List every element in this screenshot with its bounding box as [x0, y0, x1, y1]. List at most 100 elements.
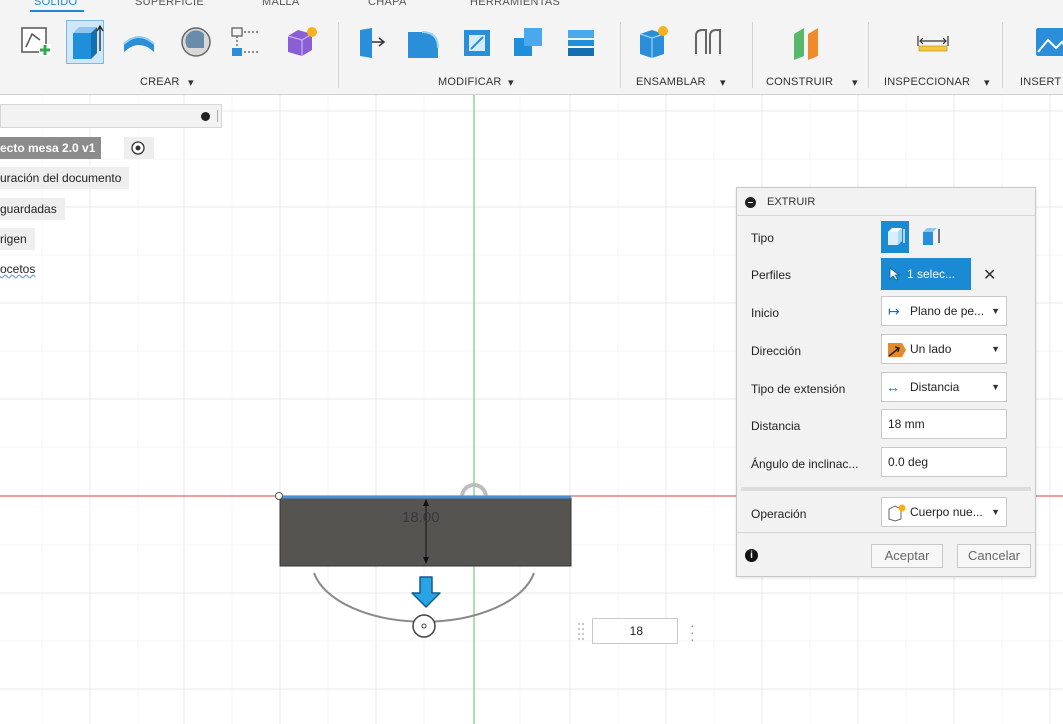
type-thin-icon[interactable]: [917, 221, 945, 253]
label-direccion: Dirección: [751, 344, 802, 358]
dimension-label: 18.00: [402, 509, 440, 526]
label-tipo: Tipo: [751, 231, 774, 245]
separator: [338, 22, 339, 88]
taper-angle-value: 0.0 deg: [888, 455, 929, 469]
profiles-count: 1 selec...: [907, 267, 956, 281]
insert-image-icon[interactable]: [1034, 20, 1063, 64]
tab-chapa[interactable]: CHAPA: [368, 0, 407, 8]
dialog-title: EXTRUIR: [767, 196, 816, 208]
split-body-icon[interactable]: [562, 20, 600, 64]
label-operacion: Operación: [751, 507, 807, 521]
label-perfiles: Perfiles: [751, 268, 792, 282]
extrude-icon[interactable]: [66, 20, 104, 64]
combine-icon[interactable]: [510, 20, 548, 64]
ensamblar-dropdown-icon[interactable]: ▾: [720, 76, 726, 89]
inspeccionar-dropdown-icon[interactable]: ▾: [984, 76, 990, 89]
press-pull-icon[interactable]: [352, 20, 390, 64]
profiles-selection[interactable]: 1 selec...: [881, 258, 971, 290]
tree-item-named-views[interactable]: guardadas: [0, 198, 65, 220]
profile-vertex: [275, 492, 283, 500]
more-options-icon[interactable]: · · ·: [690, 618, 695, 646]
tab-malla[interactable]: MALLA: [262, 0, 300, 8]
extent-type-value: Distancia: [910, 380, 960, 394]
separator: [752, 22, 753, 88]
tab-herramientas[interactable]: HERRAMIENTAS: [470, 0, 560, 8]
info-icon[interactable]: i: [745, 549, 758, 562]
group-inspeccionar[interactable]: INSPECCIONAR: [884, 76, 970, 88]
ribbon-toolbar: SÓLIDO SUPERFICIE MALLA CHAPA HERRAMIENT…: [0, 0, 1063, 95]
operation-select[interactable]: Cuerpo nue... ▼: [881, 497, 1007, 527]
collapse-dialog-icon[interactable]: [745, 197, 756, 208]
drag-grip-icon[interactable]: [576, 621, 590, 643]
start-select[interactable]: ↦ Plano de pe... ▼: [881, 296, 1007, 326]
cancel-button[interactable]: Cancelar: [957, 544, 1031, 568]
direction-value: Un lado: [910, 342, 952, 356]
extent-type-select[interactable]: ↔ Distancia ▼: [881, 372, 1007, 402]
dialog-header[interactable]: EXTRUIR: [737, 188, 1035, 216]
direction-select[interactable]: Un lado ▼: [881, 334, 1007, 364]
tree-root-document[interactable]: ecto mesa 2.0 v1: [0, 137, 102, 159]
tree-item-document-settings[interactable]: uración del documento: [0, 167, 130, 189]
divider: [741, 487, 1031, 491]
divider: [737, 532, 1035, 533]
type-solid-icon[interactable]: [881, 221, 909, 253]
tree-item-origin[interactable]: rigen: [0, 228, 35, 250]
group-insertar[interactable]: INSERT: [1020, 76, 1061, 88]
label-inicio: Inicio: [751, 306, 780, 320]
distance-manipulator[interactable]: [412, 614, 436, 638]
tree-item-label: uración del documento: [0, 171, 122, 185]
crear-dropdown-icon[interactable]: ▾: [188, 76, 194, 89]
active-tab-indicator: [30, 10, 84, 12]
value-input-box: ···: [576, 618, 706, 646]
resize-handle[interactable]: [217, 110, 218, 122]
distance-value: 18 mm: [888, 417, 925, 431]
activate-radio-icon[interactable]: [124, 137, 154, 159]
distance-input[interactable]: 18 mm: [881, 409, 1007, 439]
separator: [868, 22, 869, 88]
joint-icon[interactable]: [688, 20, 726, 64]
modificar-dropdown-icon[interactable]: ▾: [508, 76, 514, 89]
fillet-icon[interactable]: [404, 20, 442, 64]
separator: [1002, 22, 1003, 88]
offset-plane-icon[interactable]: [788, 20, 826, 64]
revolve-icon[interactable]: [120, 20, 158, 64]
shell-icon[interactable]: [458, 20, 496, 64]
new-body-icon: [888, 504, 906, 522]
tab-solido[interactable]: SÓLIDO: [34, 0, 77, 8]
group-modificar[interactable]: MODIFICAR: [438, 76, 502, 88]
tab-superficie[interactable]: SUPERFICIE: [135, 0, 204, 8]
direction-icon: [888, 343, 906, 357]
create-sketch-icon[interactable]: [17, 20, 55, 64]
cursor-icon: [889, 267, 901, 281]
chevron-down-icon: ▼: [991, 344, 1000, 354]
group-ensamblar[interactable]: ENSAMBLAR: [636, 76, 706, 88]
label-tipo-extension: Tipo de extensión: [751, 382, 846, 396]
distance-drag-arrow-icon[interactable]: [411, 576, 441, 608]
create-form-icon[interactable]: [282, 20, 320, 64]
loft-icon[interactable]: [226, 20, 264, 64]
sweep-icon[interactable]: [176, 20, 214, 64]
tree-item-sketches[interactable]: ocetos: [0, 258, 43, 280]
browser-header: [0, 104, 222, 128]
arc-handle[interactable]: [460, 483, 488, 498]
new-component-icon[interactable]: [634, 20, 672, 64]
clear-selection-icon[interactable]: ✕: [983, 265, 996, 285]
ok-button[interactable]: Aceptar: [871, 544, 943, 568]
label-distancia: Distancia: [751, 419, 801, 433]
chevron-down-icon: ▼: [991, 507, 1000, 517]
distance-extent-icon: ↔: [886, 379, 900, 395]
label-angulo: Ángulo de inclinac...: [751, 457, 859, 471]
construir-dropdown-icon[interactable]: ▾: [852, 76, 858, 89]
chevron-down-icon: ▼: [991, 306, 1000, 316]
document-name: ecto mesa 2.0 v1: [0, 141, 96, 155]
distance-value-input[interactable]: [592, 618, 678, 644]
extrude-dialog: EXTRUIR Tipo Perfiles 1 selec... ✕ Inici…: [736, 187, 1036, 577]
chevron-down-icon: ▼: [991, 382, 1000, 392]
collapse-icon[interactable]: [201, 112, 210, 121]
taper-angle-input[interactable]: 0.0 deg: [881, 447, 1007, 477]
group-construir[interactable]: CONSTRUIR: [766, 76, 833, 88]
start-plane-icon: ↦: [888, 303, 900, 319]
operation-value: Cuerpo nue...: [910, 505, 983, 519]
group-crear[interactable]: CREAR: [140, 76, 180, 88]
measure-icon[interactable]: [914, 20, 952, 64]
